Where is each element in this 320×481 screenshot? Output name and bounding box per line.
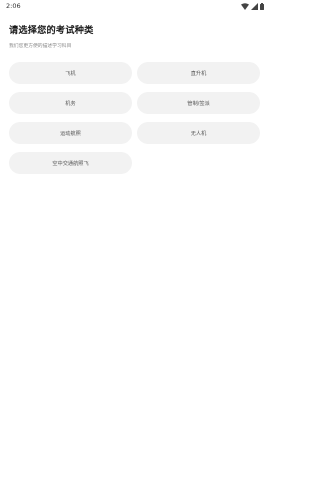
option-label: 无人机 — [190, 130, 207, 137]
battery-icon — [260, 2, 264, 10]
exam-option-maintenance[interactable]: 机务 — [9, 92, 132, 114]
option-label: 直升机 — [190, 70, 207, 77]
option-label: 运动航照 — [60, 130, 81, 137]
exam-option-atc-dispatch[interactable]: 管制/签派 — [137, 92, 260, 114]
wifi-icon — [241, 2, 249, 10]
status-icons — [241, 2, 264, 10]
status-bar: 2:06 — [0, 0, 270, 12]
exam-option-drone[interactable]: 无人机 — [137, 122, 260, 144]
exam-type-grid: 飞机 直升机 机务 管制/签派 运动航照 无人机 空中交通航照飞 — [0, 62, 270, 174]
signal-icon — [251, 2, 258, 10]
status-time: 2:06 — [6, 2, 21, 10]
exam-option-sport-flight[interactable]: 运动航照 — [9, 122, 132, 144]
exam-option-airplane[interactable]: 飞机 — [9, 62, 132, 84]
option-label: 空中交通航照飞 — [52, 160, 89, 167]
option-label: 管制/签派 — [187, 100, 210, 107]
exam-option-air-traffic[interactable]: 空中交通航照飞 — [9, 152, 132, 174]
exam-option-helicopter[interactable]: 直升机 — [137, 62, 260, 84]
option-label: 机务 — [65, 100, 76, 107]
page-title: 请选择您的考试种类 — [9, 25, 94, 36]
page-subtitle: 我们您更方便的描述学习科目 — [9, 44, 72, 49]
header: 请选择您的考试种类 我们您更方便的描述学习科目 — [0, 12, 270, 49]
option-label: 飞机 — [65, 70, 76, 77]
